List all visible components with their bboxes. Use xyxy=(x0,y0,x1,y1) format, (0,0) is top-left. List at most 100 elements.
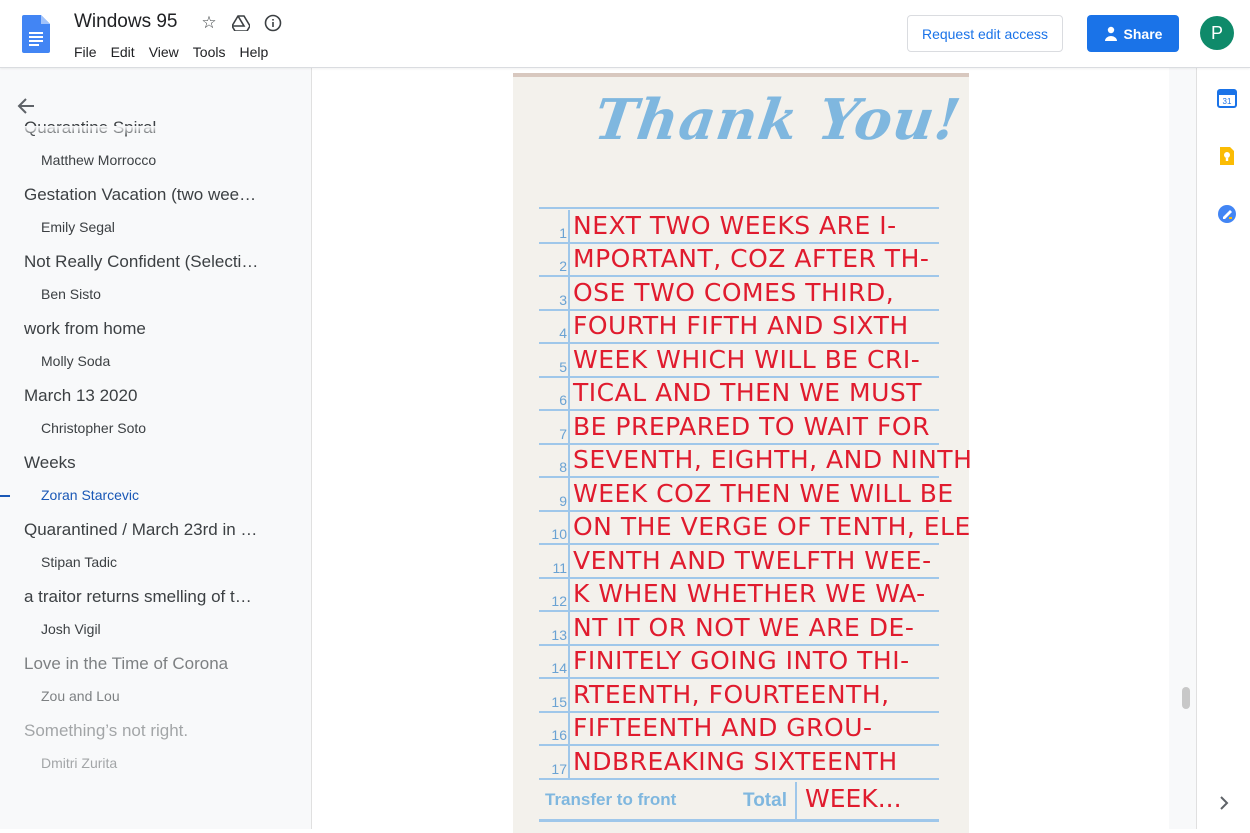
card-line: 14 FINITELY GOING INTO THI- xyxy=(539,646,939,679)
card-line: 6 TICAL AND THEN WE MUST xyxy=(539,378,939,411)
card-line: 15 RTEENTH, FOURTEENTH, xyxy=(539,679,939,713)
line-number: 2 xyxy=(559,258,567,274)
embedded-image-card[interactable]: Thank You! 1 NEXT TWO WEEKS ARE I- 2 MPORTA… xyxy=(513,73,972,833)
handwritten-line: ON THE VERGE OF TENTH, ELE xyxy=(573,512,971,541)
outline-heading[interactable]: work from home xyxy=(24,319,264,339)
card-line: 11 VENTH AND TWELFTH WEE- xyxy=(539,545,939,579)
total-value: WEEK... xyxy=(805,784,902,813)
outline-subheading[interactable]: Molly Soda xyxy=(41,353,281,369)
outline-subheading[interactable]: Christopher Soto xyxy=(41,420,281,436)
card-line: 2 MPORTANT, COZ AFTER TH- xyxy=(539,244,939,277)
handwritten-line: RTEENTH, FOURTEENTH, xyxy=(573,679,890,709)
request-edit-access-button[interactable]: Request edit access xyxy=(907,15,1063,52)
card-line: 1 NEXT TWO WEEKS ARE I- xyxy=(539,210,939,244)
outline-subheading[interactable]: Dmitri Zurita xyxy=(41,755,281,771)
line-number: 12 xyxy=(551,593,567,609)
handwritten-line: TICAL AND THEN WE MUST xyxy=(573,378,923,407)
drive-icon[interactable] xyxy=(230,12,252,34)
menu-bar: File Edit View Tools Help xyxy=(74,43,268,61)
outline-heading[interactable]: Weeks xyxy=(24,453,264,473)
line-number: 9 xyxy=(559,492,567,509)
outline-heading[interactable]: Quarantined / March 23rd in … xyxy=(24,520,264,540)
handwritten-line: NDBREAKING SIXTEENTH xyxy=(573,746,898,776)
outline-heading[interactable]: March 13 2020 xyxy=(24,386,264,406)
card-line: 12 K WHEN WHETHER WE WA- xyxy=(539,579,939,612)
line-number: 13 xyxy=(551,626,567,643)
outline-subheading[interactable]: Zoran Starcevic xyxy=(41,487,281,503)
share-button[interactable]: Share xyxy=(1087,15,1179,52)
card-heading: Thank You! xyxy=(590,87,966,153)
handwritten-line: VENTH AND TWELFTH WEE- xyxy=(573,545,932,575)
outline-subheading[interactable]: Emily Segal xyxy=(41,219,281,235)
outline-subheading[interactable]: Matthew Morrocco xyxy=(41,152,281,168)
document-page: Thank You! 1 NEXT TWO WEEKS ARE I- 2 MPORTA… xyxy=(313,68,1169,833)
card-line: 10 ON THE VERGE OF TENTH, ELE xyxy=(539,512,970,545)
handwritten-line: WEEK WHICH WILL BE CRI- xyxy=(573,344,921,374)
line-number: 4 xyxy=(559,325,567,341)
side-panel: 31 xyxy=(1196,68,1250,829)
line-number: 15 xyxy=(551,693,567,710)
card-line: 4 FOURTH FIFTH AND SIXTH xyxy=(539,311,939,344)
handwritten-line: NEXT TWO WEEKS ARE I- xyxy=(573,210,897,240)
card-line: 16 FIFTEENTH AND GROU- xyxy=(539,713,939,746)
total-label: Total xyxy=(743,790,787,811)
line-number: 14 xyxy=(551,660,567,676)
card-line: 9 WEEK COZ THEN WE WILL BE xyxy=(539,478,953,512)
document-title[interactable]: Windows 95 xyxy=(74,11,178,33)
line-number: 8 xyxy=(559,459,567,475)
info-icon[interactable] xyxy=(262,12,284,34)
outline-heading[interactable]: Something’s not right. xyxy=(24,721,264,741)
line-number: 17 xyxy=(551,760,567,777)
menu-help[interactable]: Help xyxy=(239,43,268,61)
active-heading-indicator xyxy=(0,495,10,497)
line-number: 11 xyxy=(552,559,567,576)
handwritten-line: FOURTH FIFTH AND SIXTH xyxy=(573,311,909,340)
handwritten-line: WEEK COZ THEN WE WILL BE xyxy=(573,478,954,508)
card-line: 13 NT IT OR NOT WE ARE DE- xyxy=(539,612,939,646)
line-number: 7 xyxy=(559,425,567,442)
line-number: 16 xyxy=(551,727,567,743)
handwritten-line: SEVENTH, EIGHTH, AND NINTH xyxy=(573,445,973,474)
svg-text:31: 31 xyxy=(1223,97,1232,106)
outline-heading[interactable]: Love in the Time of Corona xyxy=(24,654,264,674)
line-number: 1 xyxy=(559,224,567,241)
back-arrow-icon[interactable] xyxy=(16,96,40,120)
outline-subheading[interactable]: Stipan Tadic xyxy=(41,554,281,570)
outline-subheading[interactable]: Ben Sisto xyxy=(41,286,281,302)
line-number: 10 xyxy=(551,526,567,542)
transfer-label: Transfer to front xyxy=(545,790,677,809)
menu-tools[interactable]: Tools xyxy=(193,43,226,61)
google-docs-icon[interactable] xyxy=(22,15,50,53)
outline-heading[interactable]: Not Really Confident (Selecti… xyxy=(24,252,264,272)
handwritten-line: MPORTANT, COZ AFTER TH- xyxy=(573,244,930,273)
keep-icon[interactable] xyxy=(1217,146,1237,166)
handwritten-line: OSE TWO COMES THIRD, xyxy=(573,277,895,307)
line-number: 3 xyxy=(559,291,567,308)
menu-view[interactable]: View xyxy=(149,43,179,61)
docs-header: Windows 95 ☆ File Edit View Tools Help R… xyxy=(0,0,1250,68)
outline-fade xyxy=(0,126,311,136)
title-icons: ☆ xyxy=(198,12,284,34)
outline-heading[interactable]: Gestation Vacation (two wee… xyxy=(24,185,264,205)
outline-subheading[interactable]: Josh Vigil xyxy=(41,621,281,637)
handwritten-line: K WHEN WHETHER WE WA- xyxy=(573,579,926,608)
chevron-right-icon[interactable] xyxy=(1219,796,1229,815)
line-number: 5 xyxy=(559,358,567,375)
menu-file[interactable]: File xyxy=(74,43,97,61)
menu-edit[interactable]: Edit xyxy=(111,43,135,61)
handwritten-line: NT IT OR NOT WE ARE DE- xyxy=(573,612,915,642)
avatar[interactable]: P xyxy=(1200,16,1234,50)
document-canvas: Thank You! 1 NEXT TWO WEEKS ARE I- 2 MPORTA… xyxy=(313,68,1196,833)
people-icon xyxy=(1104,26,1117,41)
calendar-icon[interactable]: 31 xyxy=(1217,88,1237,108)
outline-heading[interactable]: a traitor returns smelling of t… xyxy=(24,587,264,607)
star-icon[interactable]: ☆ xyxy=(198,12,220,34)
handwritten-line: FINITELY GOING INTO THI- xyxy=(573,646,910,675)
tasks-icon[interactable] xyxy=(1217,204,1237,224)
card-line: 8 SEVENTH, EIGHTH, AND NINTH xyxy=(539,445,972,478)
card-ruled-lines: 1 NEXT TWO WEEKS ARE I- 2 MPORTANT, COZ AFT… xyxy=(539,210,972,780)
line-number: 6 xyxy=(559,392,567,408)
card-top-rule xyxy=(539,207,939,209)
vertical-scrollbar[interactable] xyxy=(1182,687,1190,709)
outline-subheading[interactable]: Zou and Lou xyxy=(41,688,281,704)
